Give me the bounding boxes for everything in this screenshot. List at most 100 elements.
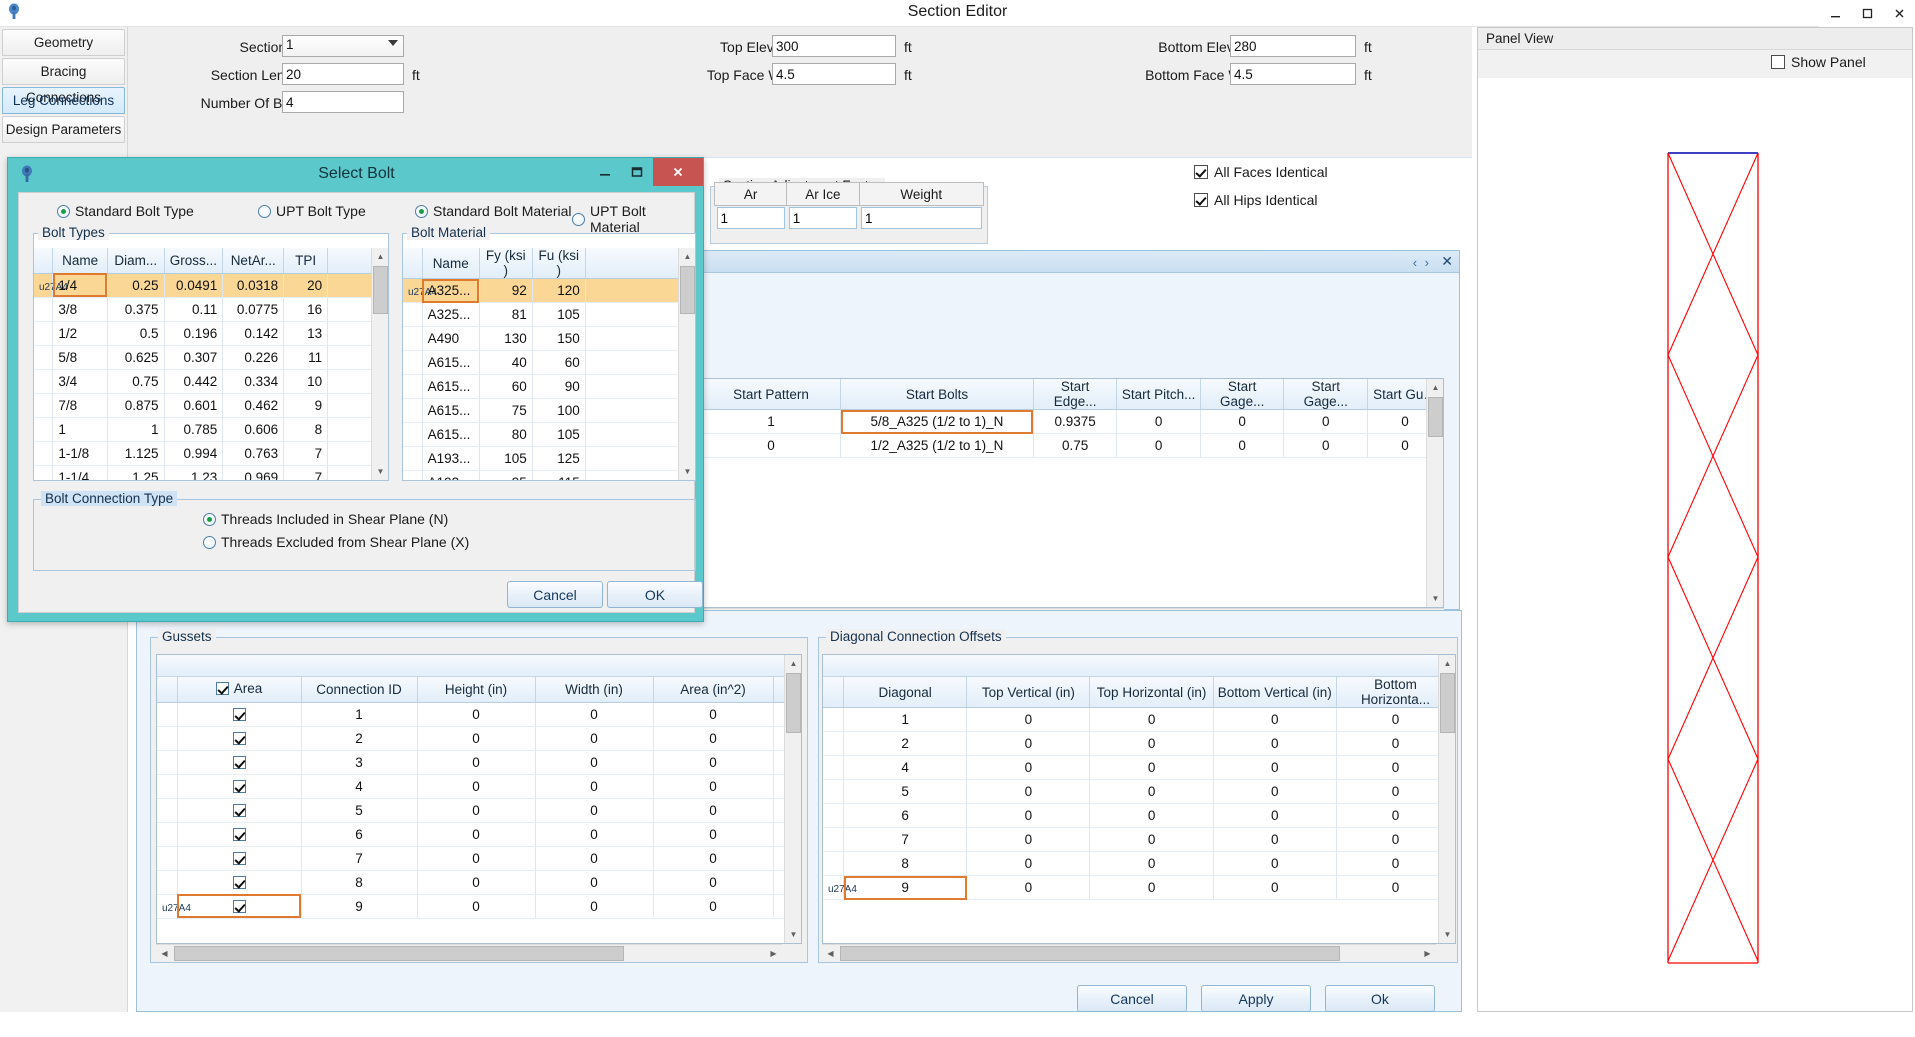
cell-material-fy[interactable]: 92: [479, 278, 533, 303]
close-icon[interactable]: [1883, 0, 1915, 27]
row-header-cell[interactable]: [823, 827, 845, 852]
cell-diagonal-bottom-horizontal[interactable]: 0: [1336, 827, 1455, 852]
cell-material-fy[interactable]: 105: [479, 446, 533, 471]
cell-diagonal-id[interactable]: 6: [843, 803, 968, 828]
scroll-left-icon[interactable]: ◀: [822, 945, 839, 962]
threads-excluded-radio[interactable]: Threads Excluded from Shear Plane (X): [203, 534, 469, 550]
cell-gusset-height[interactable]: 0: [417, 702, 536, 727]
row-header-cell[interactable]: [157, 702, 178, 727]
cell-gusset-area[interactable]: 0: [653, 726, 774, 751]
bolt-material-col-name[interactable]: Name: [422, 248, 480, 279]
table-row[interactable]: 40000: [823, 755, 1455, 780]
cell-gusset-width[interactable]: 0: [535, 822, 654, 847]
diagonal-col-bottom-horizontal[interactable]: Bottom Horizonta...: [1336, 677, 1455, 708]
cell-material-fu[interactable]: 90: [532, 374, 586, 399]
gussets-col-area-check[interactable]: Area: [177, 677, 302, 703]
row-header-cell[interactable]: [157, 774, 178, 799]
cell-bolt-diameter[interactable]: 1: [107, 417, 165, 442]
row-header-cell[interactable]: [823, 731, 845, 756]
row-header-cell[interactable]: [823, 803, 845, 828]
cell-area-checkbox[interactable]: [177, 726, 302, 751]
cell-diagonal-bottom-horizontal[interactable]: 0: [1336, 803, 1455, 828]
cell-start-gage2-1[interactable]: 0: [1283, 409, 1368, 434]
cell-gusset-width[interactable]: 0: [535, 774, 654, 799]
cell-diagonal-top-vertical[interactable]: 0: [966, 803, 1091, 828]
table-row[interactable]: 1-1/8 1.125 0.994 0.763 7: [34, 441, 388, 466]
cell-material-name[interactable]: A615...: [422, 398, 480, 423]
gussets-hscrollbar[interactable]: ◀ ▶: [156, 944, 782, 962]
table-row[interactable]: 20000: [823, 731, 1455, 756]
cell-diagonal-top-vertical[interactable]: 0: [966, 851, 1091, 876]
scroll-down-icon[interactable]: ▼: [785, 926, 801, 943]
cell-material-name[interactable]: A193...: [422, 470, 480, 480]
bolt-types-col-net-area[interactable]: NetAr...: [222, 248, 285, 274]
all-faces-identical-checkbox[interactable]: [1194, 165, 1208, 179]
cell-material-fy[interactable]: 95: [479, 470, 533, 480]
gussets-col-connection-id[interactable]: Connection ID: [301, 677, 418, 703]
cell-bolt-diameter[interactable]: 0.625: [107, 345, 165, 370]
cell-bolt-diameter[interactable]: 0.5: [107, 321, 165, 346]
row-header-cell[interactable]: [34, 393, 54, 418]
show-panel-row[interactable]: Show Panel: [1771, 54, 1866, 70]
row-header-cell[interactable]: [823, 779, 845, 804]
cell-area-checkbox[interactable]: [177, 750, 302, 775]
cell-bolt-net-area[interactable]: 0.226: [222, 345, 285, 370]
cell-diagonal-bottom-vertical[interactable]: 0: [1213, 707, 1337, 732]
table-row[interactable]: 7000: [157, 846, 801, 871]
cell-diagonal-top-horizontal[interactable]: 0: [1089, 707, 1214, 732]
cell-material-name[interactable]: A193...: [422, 446, 480, 471]
scroll-up-icon[interactable]: ▲: [785, 655, 801, 672]
cell-diagonal-top-vertical[interactable]: 0: [966, 779, 1091, 804]
cell-diagonal-top-horizontal[interactable]: 0: [1089, 803, 1214, 828]
cell-gusset-width[interactable]: 0: [535, 870, 654, 895]
cell-bolt-net-area[interactable]: 0.969: [222, 465, 285, 480]
cell-gusset-connection-id[interactable]: 7: [301, 846, 418, 871]
cell-bolt-gross-area[interactable]: 0.785: [164, 417, 224, 442]
tab-bracing-connections[interactable]: Bracing Connections: [2, 58, 125, 105]
cell-diagonal-bottom-vertical[interactable]: 0: [1213, 731, 1337, 756]
table-row[interactable]: 60000: [823, 803, 1455, 828]
table-row[interactable]: hear 0 1/2_A325 (1/2 to 1)_N 0.75 0 0 0 …: [605, 433, 1443, 458]
table-row[interactable]: 7/8 0.875 0.601 0.462 9: [34, 393, 388, 418]
saf-weight-input[interactable]: [861, 207, 982, 229]
cell-material-name[interactable]: A325...: [422, 302, 480, 327]
cell-bolt-tpi[interactable]: 13: [283, 321, 329, 346]
gusset-area-checkbox[interactable]: [232, 828, 246, 842]
table-row[interactable]: A325...92120: [403, 278, 695, 303]
cell-gusset-area[interactable]: 0: [653, 702, 774, 727]
bolt-material-col-fy[interactable]: Fy (ksi ): [479, 248, 533, 279]
scroll-thumb[interactable]: [1440, 673, 1455, 733]
gusset-area-checkbox[interactable]: [232, 756, 246, 770]
cell-start-pitch-2[interactable]: 0: [1116, 433, 1201, 458]
cell-gusset-connection-id[interactable]: 1: [301, 702, 418, 727]
cell-area-checkbox[interactable]: [177, 822, 302, 847]
gusset-area-checkbox[interactable]: [232, 900, 246, 914]
table-row[interactable]: 1-1/4 1.25 1.23 0.969 7: [34, 465, 388, 480]
scroll-down-icon[interactable]: ▼: [679, 463, 695, 480]
scroll-thumb[interactable]: [840, 946, 1340, 961]
cell-material-fu[interactable]: 115: [532, 470, 586, 480]
cell-diagonal-bottom-vertical[interactable]: 0: [1213, 875, 1337, 900]
all-hips-identical-checkbox[interactable]: [1194, 193, 1208, 207]
table-row[interactable]: A615... 75 100: [403, 398, 695, 423]
gusset-area-checkbox[interactable]: [232, 852, 246, 866]
col-start-gage-1[interactable]: Start Gage...: [1200, 379, 1285, 410]
table-row[interactable]: 5/8 0.625 0.307 0.226 11: [34, 345, 388, 370]
dialog-close-icon[interactable]: [653, 158, 703, 186]
row-header-cell[interactable]: [823, 707, 845, 732]
cell-bolt-name[interactable]: 3/4: [52, 369, 108, 394]
scroll-right-icon[interactable]: ▶: [1419, 945, 1436, 962]
cell-diagonal-bottom-vertical[interactable]: 0: [1213, 779, 1337, 804]
threads-included-radio-dot[interactable]: [203, 512, 216, 526]
col-start-bolts[interactable]: Start Bolts: [840, 379, 1034, 410]
subwindow-close-icon[interactable]: ✕: [1441, 253, 1453, 270]
scroll-thumb[interactable]: [174, 946, 624, 961]
table-row[interactable]: 1 1 0.785 0.606 8: [34, 417, 388, 442]
gusset-area-checkbox[interactable]: [232, 780, 246, 794]
cell-gusset-height[interactable]: 0: [417, 894, 536, 919]
table-row[interactable]: 1/2 0.5 0.196 0.142 13: [34, 321, 388, 346]
scroll-up-icon[interactable]: ▲: [679, 248, 695, 265]
cell-diagonal-id[interactable]: 9: [843, 875, 968, 900]
table-row[interactable]: 50000: [823, 779, 1455, 804]
cell-diagonal-bottom-horizontal[interactable]: 0: [1336, 707, 1455, 732]
